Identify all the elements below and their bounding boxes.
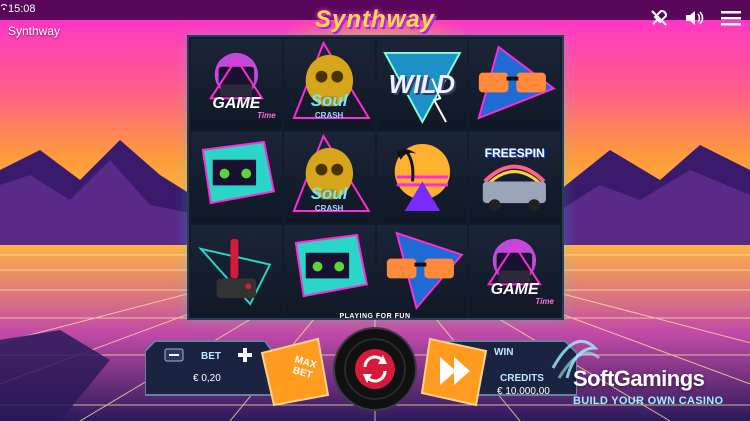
bet-value: € 0,20	[193, 373, 221, 384]
symbol-label: Soul	[310, 184, 348, 203]
speaker-icon[interactable]	[684, 8, 706, 28]
win-label: WIN	[494, 347, 514, 358]
symbol-sublabel: Time	[535, 297, 554, 306]
reel-frame: GAME Time Soul CRASH WILD Soul CRASH FRE…	[187, 35, 564, 320]
symbol-sublabel: CRASH	[314, 204, 344, 213]
symbol-freespin: FREESPIN	[469, 132, 560, 223]
rocket-icon[interactable]	[648, 8, 670, 28]
symbol-sunglasses	[376, 225, 468, 316]
symbol-cassette	[191, 132, 282, 223]
bet-label: BET	[201, 351, 221, 362]
watermark-subtitle: BUILD YOUR OWN CASINO	[573, 395, 724, 407]
symbol-sunglasses	[469, 39, 560, 130]
watermark-title: SoftGamings	[573, 366, 705, 391]
autoplay-button[interactable]	[420, 337, 492, 407]
bet-decrease-button[interactable]	[164, 348, 184, 362]
symbol-palm-pyramid	[376, 132, 468, 223]
symbol-game-time: GAME Time	[469, 225, 560, 316]
symbol-joystick	[191, 225, 282, 316]
symbol-cassette	[283, 225, 375, 316]
top-icon-bar	[648, 8, 742, 28]
symbol-sublabel: Time	[257, 111, 276, 120]
symbol-soul-crash: Soul CRASH	[283, 39, 375, 130]
credits-value: € 10.000,00	[497, 386, 550, 397]
symbol-label: WILD	[388, 69, 456, 99]
symbol-wild: WILD	[376, 39, 468, 130]
menu-icon[interactable]	[720, 8, 742, 28]
symbol-label: Soul	[310, 91, 348, 110]
symbol-game-time: GAME Time	[191, 39, 282, 130]
wifi-icon	[0, 2, 8, 12]
reel-grid: GAME Time Soul CRASH WILD Soul CRASH FRE…	[191, 39, 560, 316]
symbol-sublabel: CRASH	[314, 111, 344, 120]
spin-button[interactable]	[333, 327, 417, 411]
symbol-soul-crash: Soul CRASH	[283, 132, 375, 223]
game-logo: Synthway	[314, 6, 436, 33]
clock: 15:08	[8, 3, 36, 15]
credits-label: CREDITS	[500, 373, 544, 384]
symbol-label: FREESPIN	[484, 146, 545, 160]
game-title: Synthway	[8, 24, 61, 38]
bet-increase-button[interactable]	[236, 346, 254, 364]
